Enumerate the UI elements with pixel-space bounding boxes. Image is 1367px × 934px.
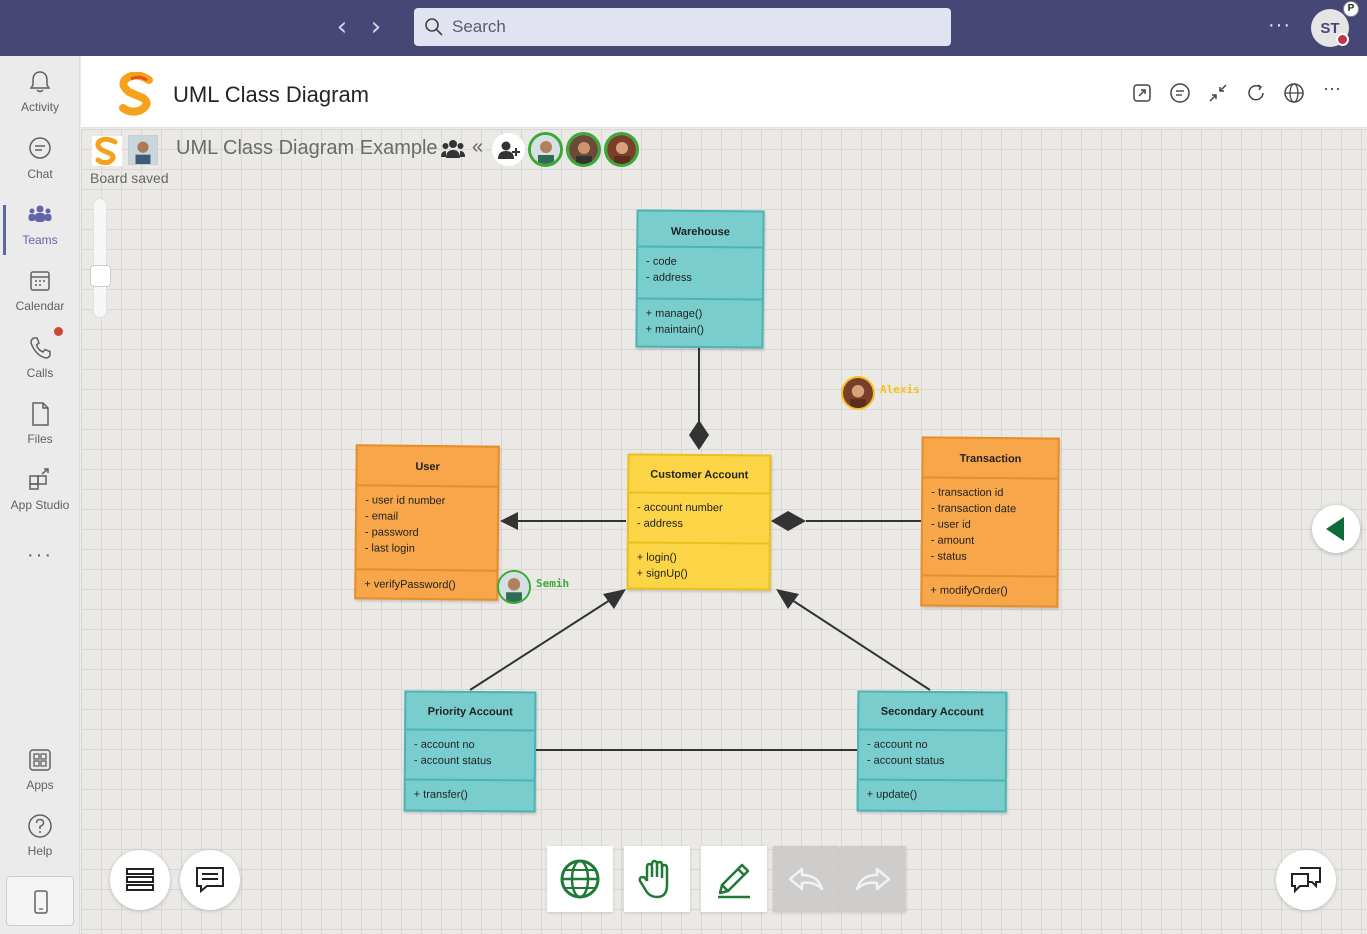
cursor-avatar-semih xyxy=(497,570,531,604)
pencil-icon xyxy=(718,863,750,899)
class-attributes: - transaction id - transaction date - us… xyxy=(922,476,1058,576)
class-name: Priority Account xyxy=(427,705,513,719)
attribute: - code xyxy=(646,255,677,268)
class-name: User xyxy=(415,460,440,474)
class-attributes: - account number - address xyxy=(628,491,770,543)
undo-icon xyxy=(788,867,824,891)
class-attributes: - code - address xyxy=(637,245,763,299)
inheritance-arrow xyxy=(603,589,626,609)
method: + manage() xyxy=(645,307,703,321)
class-methods: + manage() + maintain() xyxy=(637,297,762,345)
attribute: - account no xyxy=(867,738,928,751)
class-name: Customer Account xyxy=(650,468,749,482)
attribute: - amount xyxy=(930,534,975,547)
class-name: Secondary Account xyxy=(880,705,984,719)
layers-button[interactable] xyxy=(110,850,170,910)
method: + signUp() xyxy=(636,567,688,580)
attribute: - last login xyxy=(364,542,415,555)
class-methods: + update() xyxy=(858,778,1005,810)
pan-tool-button[interactable] xyxy=(624,846,690,912)
method: + update() xyxy=(866,788,918,801)
comment-icon xyxy=(196,867,224,894)
feedback-button[interactable] xyxy=(1276,850,1336,910)
attribute: - account status xyxy=(413,754,492,768)
class-attributes: - account no - account status xyxy=(858,728,1006,780)
hand-icon xyxy=(638,859,669,899)
aggregation-diamond xyxy=(771,511,806,531)
class-methods: + modifyOrder() xyxy=(922,574,1057,606)
class-methods: + verifyPassword() xyxy=(356,568,497,600)
class-name: Transaction xyxy=(959,452,1022,466)
cursor-label-alexis: Alexis xyxy=(880,383,920,396)
redo-icon xyxy=(855,867,891,891)
class-attributes: - user id number - email - password - la… xyxy=(356,484,498,570)
attribute: - password xyxy=(364,526,419,539)
class-warehouse[interactable]: Warehouse - code - address + manage() + … xyxy=(635,209,765,349)
list-icon xyxy=(126,868,154,891)
class-methods: + login() + signUp() xyxy=(628,541,769,589)
comments-button[interactable] xyxy=(180,850,240,910)
attribute: - account number xyxy=(637,501,723,515)
attribute: - status xyxy=(930,550,967,563)
attribute: - transaction id xyxy=(931,486,1004,500)
pen-tool-button[interactable] xyxy=(701,846,767,912)
composition-diamond xyxy=(689,420,709,450)
attribute: - address xyxy=(636,517,683,530)
class-priority-account[interactable]: Priority Account - account no - account … xyxy=(403,690,537,813)
undo-button[interactable] xyxy=(773,846,839,912)
attribute: - email xyxy=(364,510,399,523)
attribute: - address xyxy=(645,271,692,284)
redo-button[interactable] xyxy=(840,846,906,912)
method: + modifyOrder() xyxy=(930,584,1008,598)
class-methods: + transfer() xyxy=(405,778,534,810)
side-panel-toggle[interactable] xyxy=(1312,505,1360,553)
class-transaction[interactable]: Transaction - transaction id - transacti… xyxy=(920,436,1060,608)
association-arrow xyxy=(500,512,518,530)
attribute: - user id xyxy=(930,518,971,531)
method: + transfer() xyxy=(413,788,468,801)
method: + verifyPassword() xyxy=(364,578,456,592)
class-secondary-account[interactable]: Secondary Account - account no - account… xyxy=(856,690,1008,813)
cursor-avatar-alexis xyxy=(841,376,875,410)
attribute: - transaction date xyxy=(931,502,1017,516)
method: + login() xyxy=(636,551,677,564)
globe-tool-button[interactable] xyxy=(547,846,613,912)
attribute: - user id number xyxy=(365,494,446,508)
class-user[interactable]: User - user id number - email - password… xyxy=(354,444,500,601)
attribute: - account no xyxy=(414,738,475,752)
feedback-icon xyxy=(1291,867,1321,894)
globe-icon xyxy=(560,859,600,899)
attribute: - account status xyxy=(866,754,945,768)
class-customer-account[interactable]: Customer Account - account number - addr… xyxy=(626,453,772,591)
inheritance-arrow xyxy=(776,589,799,609)
class-attributes: - account no - account status xyxy=(405,728,535,780)
triangle-left-icon xyxy=(1326,517,1344,541)
method: + maintain() xyxy=(645,323,704,337)
cursor-label-semih: Semih xyxy=(536,577,570,590)
class-name: Warehouse xyxy=(670,225,730,239)
